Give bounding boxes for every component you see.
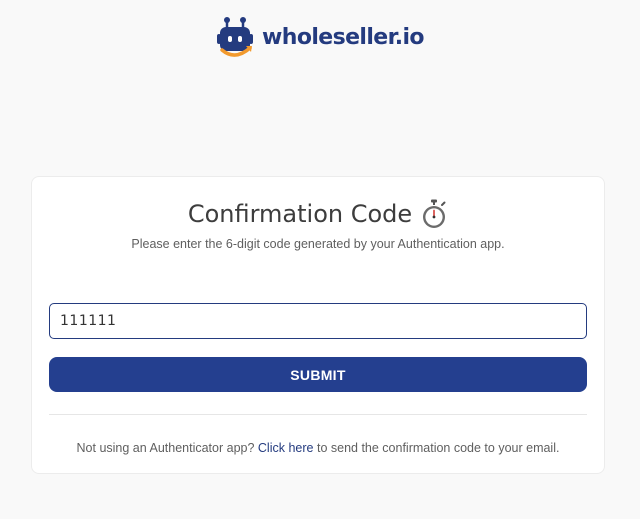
footer-suffix-text: to send the confirmation code to your em… bbox=[316, 441, 560, 455]
robot-logo-icon bbox=[217, 17, 254, 57]
instructions-text: Please enter the 6-digit code generated … bbox=[131, 237, 505, 251]
title-row: Confirmation Code bbox=[32, 199, 604, 229]
brand-header: wholeseller.io bbox=[0, 16, 640, 60]
send-email-code-link[interactable]: Click here bbox=[258, 441, 314, 455]
footer-prefix-text: Not using an Authenticator app? bbox=[76, 441, 255, 455]
confirmation-card: Confirmation Code Please enter the 6-dig… bbox=[31, 176, 605, 474]
submit-button[interactable]: SUBMIT bbox=[49, 357, 587, 392]
email-fallback-note: Not using an Authenticator app? Click he… bbox=[32, 441, 604, 455]
divider bbox=[49, 414, 587, 415]
brand-name: wholeseller.io bbox=[262, 25, 425, 50]
stopwatch-icon bbox=[423, 199, 446, 228]
confirmation-code-input[interactable] bbox=[49, 303, 587, 339]
page-title: Confirmation Code bbox=[187, 200, 413, 228]
